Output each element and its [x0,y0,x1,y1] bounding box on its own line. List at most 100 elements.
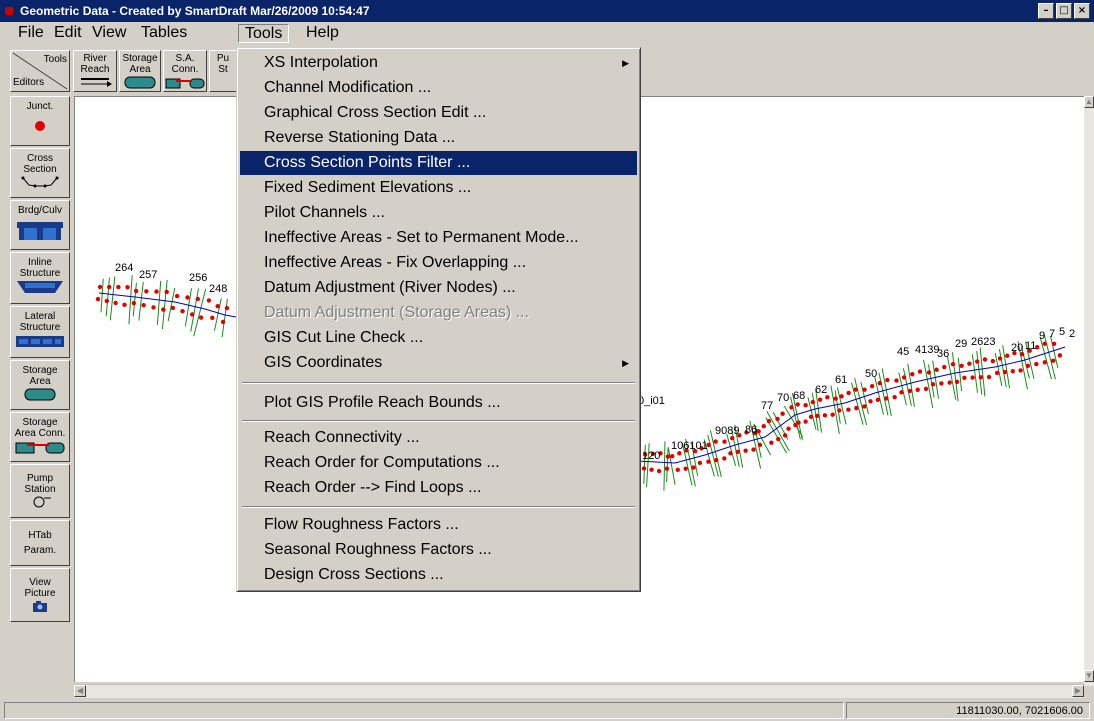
cross-section-bank-point [795,402,800,407]
cross-section-bank-point [846,407,851,412]
menu-item-fixed-sediment-elevations[interactable]: Fixed Sediment Elevations ... [240,176,637,200]
menu-tables[interactable]: Tables [135,24,193,42]
cross-section-bank-point [862,387,867,392]
bridge-culvert-editor-button[interactable]: Brdg/Culv [10,200,70,250]
app-icon[interactable] [5,7,13,15]
cross-section-bank-point [161,307,166,312]
cross-section-bank-point [141,303,146,308]
cross-section-cut-line [860,381,869,415]
cross-section-bank-point [215,303,220,309]
vertical-scrollbar[interactable]: ▲ ▼ [1084,96,1094,686]
cross-section-bank-point [1051,341,1057,347]
xs-label: 62 [815,384,827,396]
menu-item-channel-modification[interactable]: Channel Modification ... [240,76,637,100]
pump-station-tool-button[interactable]: Pu St [209,50,237,92]
menu-item-design-cross-sections[interactable]: Design Cross Sections ... [240,563,637,587]
menu-item-cross-section-points-filter[interactable]: Cross Section Points Filter ... [240,151,637,175]
cross-section-bank-point [691,465,696,470]
junction-editor-button[interactable]: Junct. [10,96,70,146]
menu-item-pilot-channels[interactable]: Pilot Channels ... [240,201,637,225]
scroll-right-arrow-icon[interactable]: ▶ [1072,685,1084,697]
cross-section-cut-line [190,288,199,332]
river-reach-button[interactable]: River Reach [73,50,117,92]
menu-item-flow-roughness-factors[interactable]: Flow Roughness Factors ... [240,513,637,537]
menu-item-label: GIS Coordinates [264,354,383,371]
cross-section-bank-point [926,370,932,375]
cross-section-bank-point [803,402,808,408]
close-button[interactable]: × [1074,3,1090,19]
editor-label: Structure [19,268,61,279]
cross-section-bank-point [782,433,788,438]
storage-area-editor-button[interactable]: Storage Area [10,360,70,410]
htab-param-editor-button[interactable]: HTab Param. [10,520,70,566]
menu-item-ineffective-areas-permanent[interactable]: Ineffective Areas - Set to Permanent Mod… [240,226,637,250]
cross-section-icon [21,176,59,188]
menu-file[interactable]: File [12,24,50,42]
cross-section-bank-point [144,289,149,294]
menu-separator [242,420,635,422]
menu-item-seasonal-roughness-factors[interactable]: Seasonal Roughness Factors ... [240,538,637,562]
tools-editors-toggle[interactable]: Tools Editors [10,50,70,92]
cross-section-cut-line [907,363,915,407]
cross-section-bank-point [950,362,956,367]
cross-section-editor-button[interactable]: Cross Section [10,148,70,198]
storage-area-tool-button[interactable]: Storage Area [119,50,161,92]
menu-item-reverse-stationing-data[interactable]: Reverse Stationing Data ... [240,126,637,150]
menu-item-graphical-cross-section-edit[interactable]: Graphical Cross Section Edit ... [240,101,637,125]
lateral-structure-editor-button[interactable]: Lateral Structure [10,306,70,358]
cross-section-bank-point [884,396,889,401]
menu-item-reach-order-computations[interactable]: Reach Order for Computations ... [240,451,637,475]
view-picture-editor-button[interactable]: View Picture [10,568,70,622]
tools-menu-dropdown: XS Interpolation ▶ Channel Modification .… [236,47,641,592]
menu-item-gis-coordinates[interactable]: GIS Coordinates ▶ [240,351,637,375]
cross-section-bank-point [862,404,867,409]
cross-section-bank-point [814,413,820,419]
xs-label: 9 [1039,330,1045,342]
menu-item-plot-gis-profile-reach-bounds[interactable]: Plot GIS Profile Reach Bounds ... [240,391,637,415]
menu-item-ineffective-areas-fix-overlapping[interactable]: Ineffective Areas - Fix Overlapping ... [240,251,637,275]
menu-tools[interactable]: Tools [238,24,290,43]
menu-help[interactable]: Help [300,24,345,42]
maximize-button[interactable]: □ [1056,3,1072,19]
editor-label: Lateral [24,311,56,322]
minimize-button[interactable]: – [1038,3,1054,19]
xs-label: 68 [793,390,805,402]
cross-section-bank-point [170,305,176,311]
menu-item-datum-adjustment-river-nodes[interactable]: Datum Adjustment (River Nodes) ... [240,276,637,300]
scroll-left-arrow-icon[interactable]: ◀ [74,685,86,697]
cross-section-bank-point [930,382,936,387]
menu-item-reach-order-find-loops[interactable]: Reach Order --> Find Loops ... [240,476,637,500]
cross-section-bank-point [113,300,118,306]
cross-section-bank-point [978,375,984,380]
scroll-down-arrow-icon[interactable]: ▼ [1084,670,1094,682]
cross-section-bank-point [877,380,882,386]
cross-section-cut-line [709,430,722,478]
cross-section-bank-point [769,440,774,445]
cross-section-bank-point [786,426,791,431]
sa-connection-tool-button[interactable]: S.A. Conn. [163,50,207,92]
menu-item-gis-cut-line-check[interactable]: GIS Cut Line Check ... [240,326,637,350]
xs-label: 50 [865,368,877,380]
cross-section-bank-point [1042,341,1047,346]
storage-area-connection-editor-button[interactable]: Storage Area Conn. [10,412,70,462]
cross-section-bank-point [839,394,844,399]
menu-item-xs-interpolation[interactable]: XS Interpolation ▶ [240,51,637,75]
xs-label: 4139 [915,344,939,356]
menu-edit[interactable]: Edit [48,24,88,42]
cross-section-cut-line [161,279,168,330]
horizontal-scrollbar[interactable]: ◀ ▶ [74,684,1084,698]
cross-section-bank-point [854,405,859,411]
cross-section-bank-point [1010,369,1015,374]
scroll-up-arrow-icon[interactable]: ▲ [1084,96,1094,108]
pump-icon [33,496,51,508]
xs-label: 120 [642,450,660,462]
pump-station-editor-button[interactable]: Pump Station [10,464,70,518]
inline-structure-editor-button[interactable]: Inline Structure [10,252,70,304]
cross-section-cut-line [663,441,666,491]
menu-item-reach-connectivity[interactable]: Reach Connectivity ... [240,426,637,450]
cross-section-cut-line [132,282,137,317]
menu-view[interactable]: View [86,24,132,42]
xs-label: 7 [1049,328,1055,340]
xs-label: 257 [139,269,157,281]
cross-section-cut-line [221,298,228,338]
